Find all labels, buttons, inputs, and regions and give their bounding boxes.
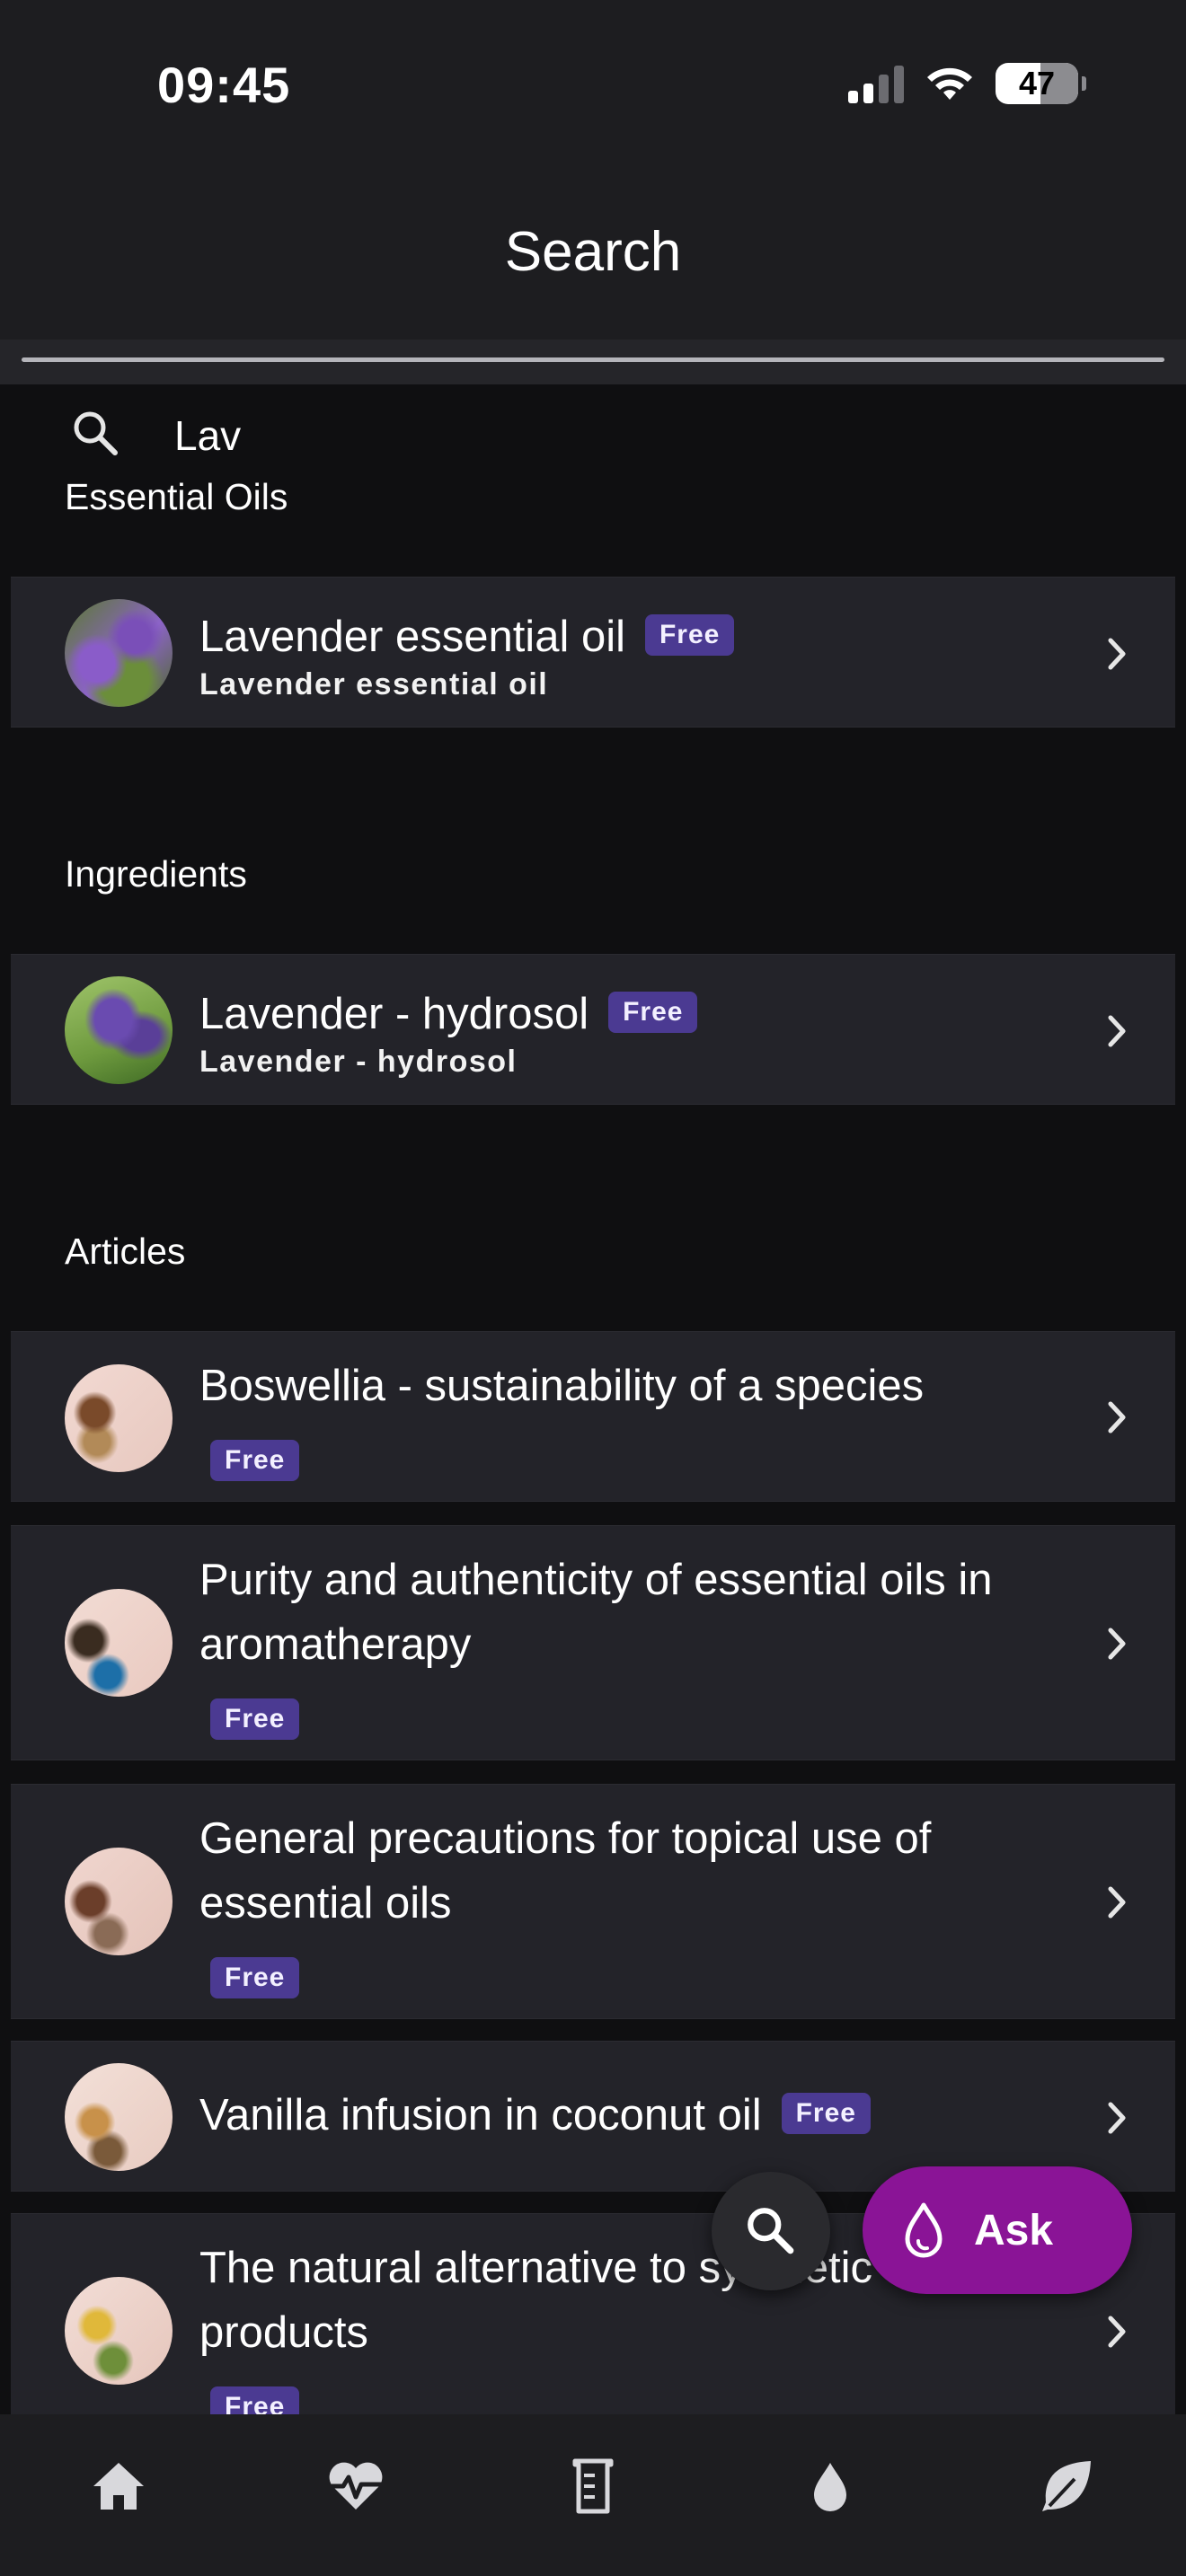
article-thumbnail [65, 1364, 173, 1472]
home-icon [93, 2463, 144, 2510]
heartbeat-icon [327, 2462, 385, 2510]
article-thumbnail [65, 2063, 173, 2171]
item-title: Vanilla infusion in coconut oil [199, 2091, 762, 2139]
nav-recipes[interactable] [557, 2450, 629, 2522]
drop-icon [905, 2202, 943, 2258]
chevron-right-icon [1108, 1886, 1126, 1919]
article-thumbnail [65, 1848, 173, 1955]
beaker-icon [572, 2458, 614, 2514]
search-icon [748, 2208, 794, 2254]
free-badge: Free [210, 1698, 300, 1740]
free-badge: Free [644, 614, 735, 657]
nav-home[interactable] [83, 2450, 155, 2522]
list-item[interactable]: Lavender - hydrosol Free Lavender - hydro… [11, 954, 1175, 1105]
item-title: Boswellia - sustainability of a species [199, 1362, 925, 1410]
section-title-essential-oils: Essential Oils [65, 476, 288, 517]
leaf-icon [1042, 2461, 1091, 2511]
nav-oils[interactable] [794, 2450, 866, 2522]
chevron-right-icon [1108, 1401, 1126, 1434]
status-icons: 47 [848, 63, 1086, 104]
app-header: 09:45 47 Search [0, 0, 1186, 340]
chevron-right-icon [1108, 1628, 1126, 1660]
lavender-oil-thumbnail [65, 599, 173, 707]
search-bar[interactable]: Lav [70, 409, 241, 463]
item-title: General precautions for topical use of e… [199, 1814, 932, 1928]
battery-level: 47 [1018, 65, 1056, 101]
drop-icon [814, 2463, 846, 2511]
section-title-ingredients: Ingredients [65, 853, 247, 895]
list-item[interactable]: Purity and authenticity of essential oil… [11, 1525, 1175, 1760]
chevron-right-icon [1108, 2102, 1126, 2134]
ask-label: Ask [974, 2206, 1054, 2254]
bottom-nav [0, 2414, 1186, 2576]
free-badge: Free [210, 1957, 300, 1998]
search-icon [70, 408, 122, 464]
free-badge: Free [781, 2093, 871, 2135]
header-divider [0, 340, 1186, 384]
nav-natural[interactable] [1031, 2450, 1103, 2522]
chevron-right-icon [1108, 638, 1126, 670]
list-item[interactable]: Lavender essential oil Free Lavender esse… [11, 577, 1175, 728]
divider-line [22, 357, 1164, 362]
free-badge: Free [608, 992, 698, 1034]
ask-button[interactable]: Ask [863, 2166, 1132, 2294]
list-item[interactable]: General precautions for topical use of e… [11, 1784, 1175, 2019]
search-fab[interactable] [712, 2172, 830, 2290]
item-title: Purity and authenticity of essential oil… [199, 1556, 993, 1669]
status-time: 09:45 [157, 57, 291, 113]
chevron-right-icon [1108, 2316, 1126, 2348]
article-thumbnail [65, 2277, 173, 2385]
section-title-articles: Articles [65, 1231, 186, 1272]
article-thumbnail [65, 1589, 173, 1697]
lavender-hydrosol-thumbnail [65, 976, 173, 1084]
free-badge: Free [210, 1440, 300, 1481]
item-title: Lavender essential oil [199, 613, 625, 661]
nav-health[interactable] [320, 2450, 392, 2522]
item-subtitle: Lavender - hydrosol [199, 1045, 518, 1079]
search-input[interactable]: Lav [174, 411, 241, 460]
list-item[interactable]: Boswellia - sustainability of a species … [11, 1331, 1175, 1502]
chevron-right-icon [1108, 1015, 1126, 1047]
battery-icon: 47 [996, 63, 1086, 104]
cellular-signal-icon [848, 64, 904, 103]
item-subtitle: Lavender essential oil [199, 667, 549, 701]
wifi-icon [927, 67, 972, 100]
item-title: Lavender - hydrosol [199, 990, 589, 1038]
page-title: Search [504, 221, 682, 283]
